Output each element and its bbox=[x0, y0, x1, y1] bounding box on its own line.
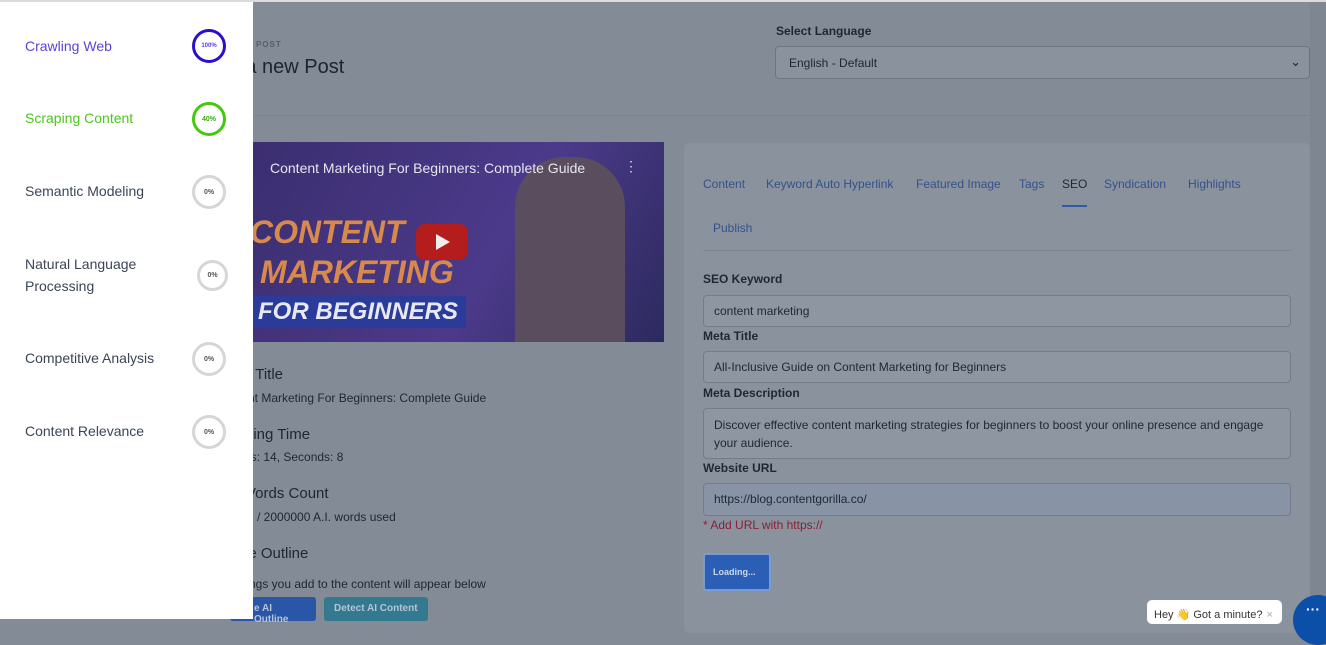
meta-description-label: Meta Description bbox=[703, 386, 800, 400]
meta-description-textarea[interactable]: Discover effective content marketing str… bbox=[703, 408, 1291, 459]
progress-ring-relevance: 0% bbox=[192, 415, 226, 449]
step-content-relevance: Content Relevance bbox=[25, 423, 145, 439]
progress-ring-semantic: 0% bbox=[192, 175, 226, 209]
thumb-text-1: CONTENT bbox=[250, 214, 405, 250]
words-count-heading: Vords Count bbox=[246, 485, 329, 502]
reading-time-heading: ding Time bbox=[245, 426, 311, 443]
detect-ai-content-button[interactable]: Detect AI Content bbox=[324, 597, 428, 621]
tab-tags[interactable]: Tags bbox=[1019, 177, 1044, 191]
seo-keyword-label: SEO Keyword bbox=[703, 272, 783, 286]
tab-content[interactable]: Content bbox=[703, 177, 745, 191]
step-competitive-analysis: Competitive Analysis bbox=[25, 350, 155, 366]
tab-highlights[interactable]: Highlights bbox=[1188, 177, 1241, 191]
website-url-input[interactable]: https://blog.contentgorilla.co/ bbox=[703, 483, 1291, 516]
step-scraping-content: Scraping Content bbox=[25, 110, 134, 126]
video-embed[interactable]: Content Marketing For Beginners: Complet… bbox=[230, 142, 664, 342]
meta-title-label: Meta Title bbox=[703, 329, 759, 343]
divider bbox=[253, 115, 1326, 116]
outline-heading: le Outline bbox=[245, 545, 309, 562]
close-icon[interactable]: × bbox=[1266, 609, 1272, 621]
loading-button[interactable]: Loading... bbox=[703, 553, 771, 591]
website-url-label: Website URL bbox=[703, 461, 777, 475]
progress-sidebar: Crawling Web 100% Scraping Content 40% S… bbox=[0, 0, 253, 619]
tab-publish[interactable]: Publish bbox=[713, 221, 752, 235]
thumb-text-3: FOR BEGINNERS bbox=[250, 296, 467, 328]
language-select[interactable]: English - Default ⌄ bbox=[775, 46, 1310, 79]
chat-message: Hey 👋 Got a minute? bbox=[1154, 609, 1263, 621]
step-crawling-web: Crawling Web bbox=[25, 38, 112, 54]
url-hint: * Add URL with https:// bbox=[703, 518, 823, 532]
chevron-down-icon: ⌄ bbox=[1290, 54, 1301, 69]
progress-ring-nlp: 0% bbox=[197, 260, 228, 291]
words-count-value: / 2000000 A.I. words used bbox=[257, 510, 396, 524]
more-icon[interactable]: ⋮ bbox=[624, 158, 638, 175]
reading-time-value: es: 14, Seconds: 8 bbox=[244, 450, 344, 464]
language-label: Select Language bbox=[776, 24, 872, 38]
top-border bbox=[0, 0, 1326, 2]
progress-ring-crawling: 100% bbox=[192, 29, 226, 63]
outline-description: ngs you add to the content will appear b… bbox=[249, 577, 486, 591]
language-value: English - Default bbox=[789, 56, 878, 70]
progress-ring-competitive: 0% bbox=[192, 342, 226, 376]
meta-title-input[interactable]: All-Inclusive Guide on Content Marketing… bbox=[703, 351, 1291, 383]
video-title: Content Marketing For Beginners: Complet… bbox=[270, 160, 586, 176]
step-nlp: Natural Language Processing bbox=[25, 256, 137, 294]
tab-divider bbox=[703, 250, 1291, 251]
scrollbar[interactable] bbox=[1310, 0, 1326, 619]
video-title-value: nt Marketing For Beginners: Complete Gui… bbox=[248, 391, 487, 405]
tab-featured-image[interactable]: Featured Image bbox=[916, 177, 1001, 191]
tab-keyword-auto-hyperlink[interactable]: Keyword Auto Hyperlink bbox=[766, 177, 893, 191]
chat-popup[interactable]: Hey 👋 Got a minute? × bbox=[1147, 600, 1282, 624]
seo-keyword-input[interactable]: content marketing bbox=[703, 295, 1291, 327]
tab-seo[interactable]: SEO bbox=[1062, 177, 1088, 207]
tab-syndication[interactable]: Syndication bbox=[1104, 177, 1166, 191]
presenter-image bbox=[515, 157, 625, 342]
breadcrumb: POST bbox=[256, 40, 282, 49]
step-semantic-modeling: Semantic Modeling bbox=[25, 183, 145, 199]
play-icon[interactable] bbox=[416, 224, 468, 260]
progress-ring-scraping: 40% bbox=[192, 102, 226, 136]
